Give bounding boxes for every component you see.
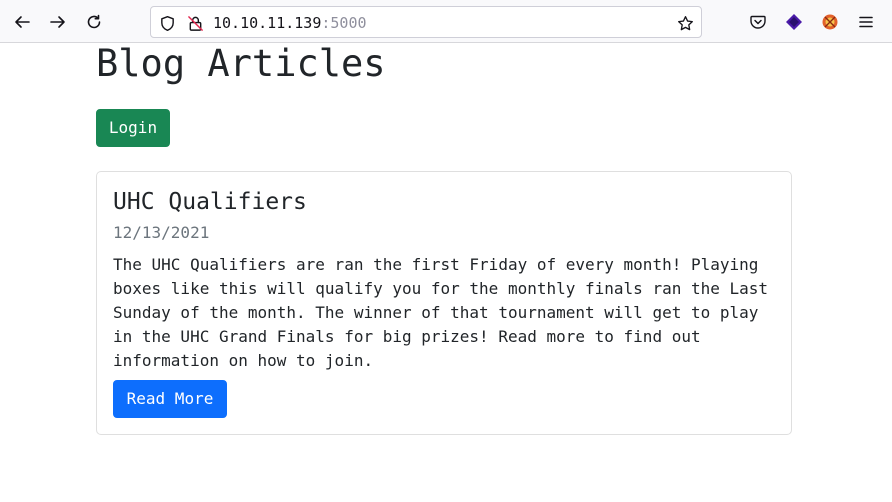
browser-toolbar: 10.10.11.139:5000: [0, 0, 892, 43]
shield-icon[interactable]: [157, 13, 177, 33]
article-title: UHC Qualifiers: [113, 189, 307, 215]
article-date: 12/13/2021: [113, 223, 210, 242]
page-title: Blog Articles: [96, 42, 386, 85]
back-arrow-icon[interactable]: [8, 8, 36, 36]
url-text[interactable]: 10.10.11.139:5000: [213, 13, 367, 33]
address-bar[interactable]: 10.10.11.139:5000: [150, 6, 702, 38]
url-host: 10.10.11.139: [213, 14, 322, 32]
bookmark-star-icon[interactable]: [675, 13, 695, 33]
insecure-lock-icon[interactable]: [185, 13, 205, 33]
login-button[interactable]: Login: [96, 109, 170, 147]
hamburger-menu-icon[interactable]: [852, 8, 880, 36]
pocket-icon[interactable]: [744, 8, 772, 36]
extension-icon[interactable]: [780, 8, 808, 36]
url-port: :5000: [321, 14, 367, 32]
read-more-button[interactable]: Read More: [113, 380, 227, 418]
article-card: UHC Qualifiers 12/13/2021 The UHC Qualif…: [96, 171, 792, 435]
forward-arrow-icon[interactable]: [44, 8, 72, 36]
extension-icon[interactable]: [816, 8, 844, 36]
reload-icon[interactable]: [80, 8, 108, 36]
article-body: The UHC Qualifiers are ran the first Fri…: [113, 255, 769, 370]
